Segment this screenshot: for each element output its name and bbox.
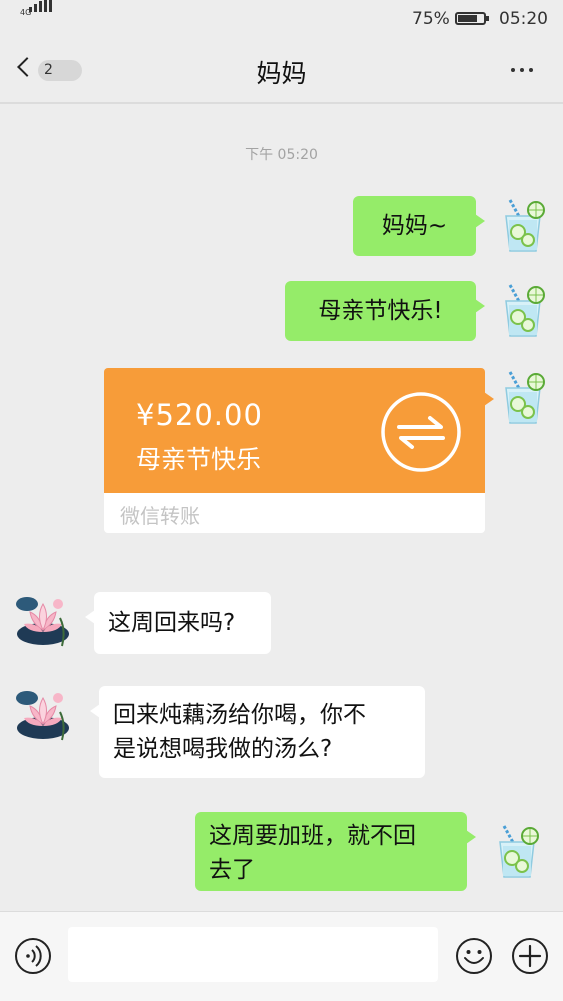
my-avatar[interactable] xyxy=(496,281,554,341)
message-text-line: 回来炖藕汤给你喝，你不 xyxy=(113,702,366,728)
signal-icon: 4G xyxy=(20,0,54,28)
message-text: 母亲节快乐! xyxy=(318,298,443,324)
message-bubble-sent[interactable]: 妈妈~ xyxy=(353,196,485,256)
more-dots-icon xyxy=(511,68,515,72)
glass-drink-avatar-icon xyxy=(499,825,539,878)
transfer-arrows-icon xyxy=(381,392,461,472)
message-bubble-received[interactable]: 这周回来吗? xyxy=(85,592,271,654)
contact-avatar[interactable] xyxy=(14,684,72,744)
voice-icon[interactable] xyxy=(14,937,52,975)
glass-drink-avatar-icon xyxy=(505,371,545,424)
transfer-label: 微信转账 xyxy=(120,504,200,528)
battery-icon xyxy=(455,12,489,25)
status-bar: 4G 75% 05:20 xyxy=(0,0,563,38)
message-text-line: 去了 xyxy=(209,857,255,883)
lotus-avatar-icon xyxy=(16,597,69,647)
message-text-line: 这周要加班，就不回 xyxy=(209,823,416,849)
message-text: 这周回来吗? xyxy=(108,610,236,636)
message-timestamp: 下午 05:20 xyxy=(245,147,318,163)
message-text: 妈妈~ xyxy=(381,213,448,239)
my-avatar[interactable] xyxy=(496,368,554,428)
transfer-card-body: ¥520.00 母亲节快乐 xyxy=(104,368,494,493)
my-avatar[interactable] xyxy=(496,196,554,256)
more-button[interactable] xyxy=(507,68,537,76)
chat-header: 2 妈妈 xyxy=(0,38,563,104)
input-bar xyxy=(0,911,563,1001)
message-input[interactable] xyxy=(68,927,438,982)
emoji-icon[interactable] xyxy=(455,937,493,975)
message-bubble-sent[interactable]: 母亲节快乐! xyxy=(285,281,485,341)
message-bubble-received[interactable]: 回来炖藕汤给你喝，你不 是说想喝我做的汤么? xyxy=(90,686,425,778)
glass-drink-avatar-icon xyxy=(505,199,545,252)
money-transfer-card[interactable]: ¥520.00 母亲节快乐 微信转账 xyxy=(104,368,494,533)
message-bubble-sent[interactable]: 这周要加班，就不回 去了 xyxy=(195,812,476,891)
transfer-amount: ¥520.00 xyxy=(136,398,263,432)
transfer-note: 母亲节快乐 xyxy=(136,445,262,474)
my-avatar[interactable] xyxy=(490,822,548,882)
contact-avatar[interactable] xyxy=(14,590,72,650)
glass-drink-avatar-icon xyxy=(505,284,545,337)
chat-title: 妈妈 xyxy=(256,59,307,88)
transfer-card-footer: 微信转账 xyxy=(104,493,485,533)
message-text-line: 是说想喝我做的汤么? xyxy=(113,736,333,762)
battery-percent: 75% xyxy=(412,9,450,29)
plus-icon[interactable] xyxy=(511,937,549,975)
lotus-avatar-icon xyxy=(16,691,69,741)
status-time: 05:20 xyxy=(499,9,548,29)
